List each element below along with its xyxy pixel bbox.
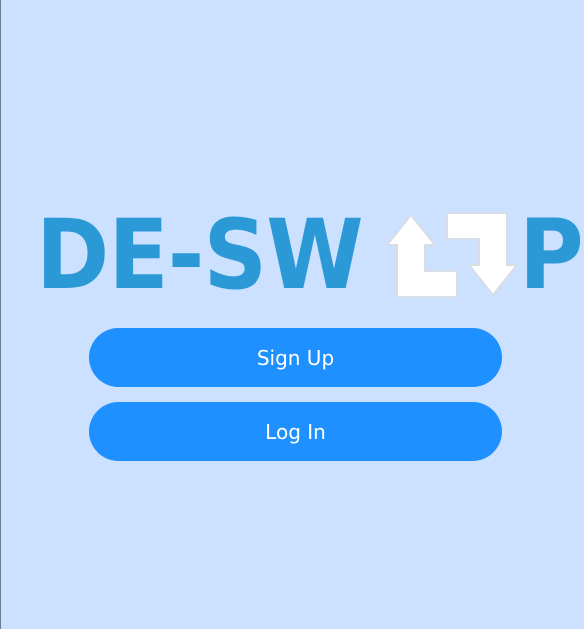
- swap-arrows-icon: [387, 212, 517, 298]
- window-left-border: [0, 0, 1, 629]
- sign-up-button[interactable]: Sign Up: [89, 328, 502, 387]
- app-logo: DE-SW P: [36, 199, 584, 311]
- log-in-label: Log In: [265, 419, 326, 444]
- logo-text-left: DE-SW: [36, 199, 364, 311]
- sign-up-label: Sign Up: [256, 345, 335, 370]
- logo-text-right: P: [519, 199, 584, 311]
- log-in-button[interactable]: Log In: [89, 402, 502, 461]
